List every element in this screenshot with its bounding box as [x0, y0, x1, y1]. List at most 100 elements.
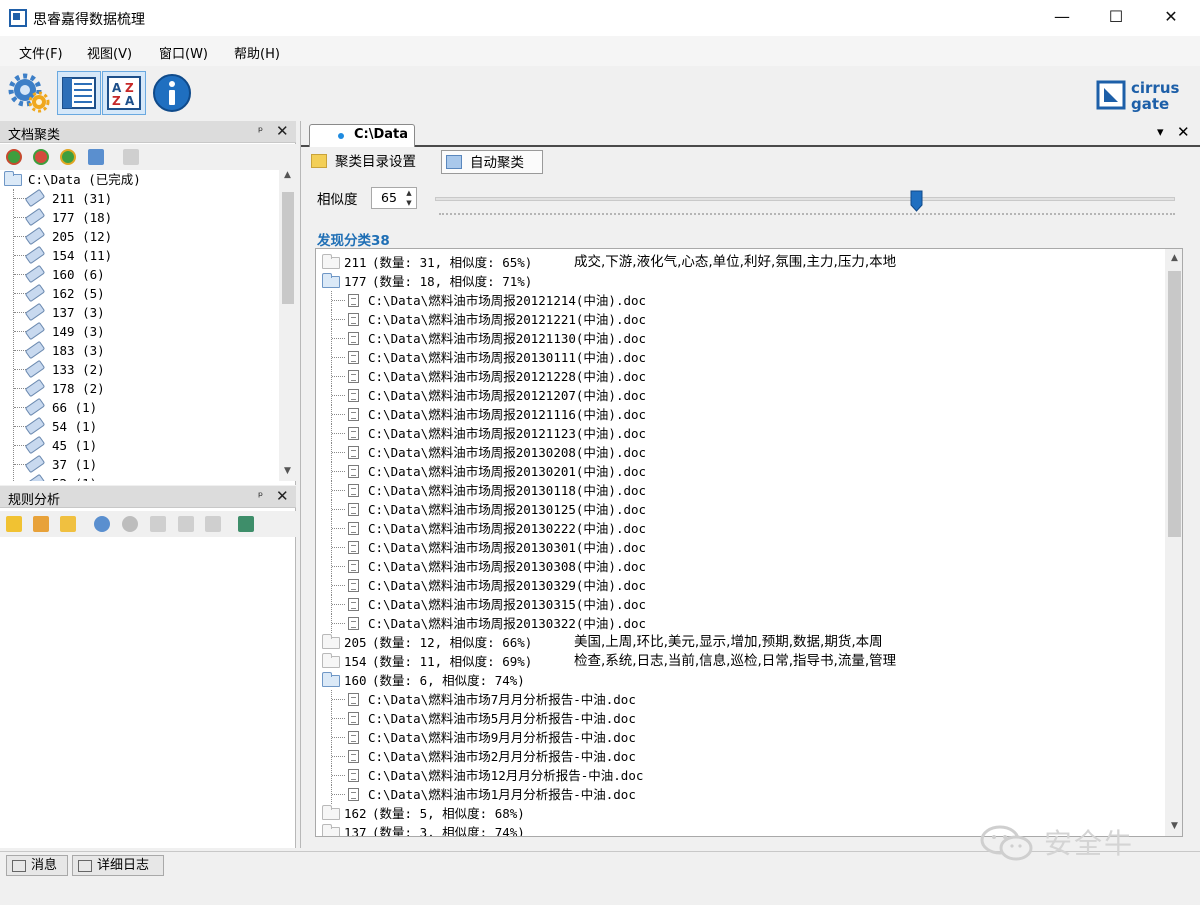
menu-view[interactable]: 视图(V): [87, 43, 132, 62]
similarity-label: 相似度: [317, 192, 358, 208]
tree-item[interactable]: 178 (2): [0, 378, 279, 398]
tree-item[interactable]: 149 (3): [0, 321, 279, 341]
info-button[interactable]: [150, 71, 194, 115]
chevron-down-icon[interactable]: ▾: [1157, 125, 1164, 140]
tree-item[interactable]: 177 (18): [0, 207, 279, 227]
tree-item[interactable]: 160 (6): [0, 264, 279, 284]
sort-az-button[interactable]: A Z Z A: [102, 71, 146, 115]
document-row[interactable]: C:\Data\燃料油市场周报20121123(中油).doc: [316, 424, 1164, 443]
document-row[interactable]: C:\Data\燃料油市场周报20130301(中油).doc: [316, 538, 1164, 557]
similarity-value[interactable]: 65: [381, 190, 397, 205]
document-row[interactable]: C:\Data\燃料油市场周报20130201(中油).doc: [316, 462, 1164, 481]
pin-icon[interactable]: ᵖ: [258, 489, 263, 503]
similarity-slider-thumb[interactable]: [910, 190, 923, 212]
close-icon[interactable]: ✕: [1177, 123, 1190, 141]
tree-item[interactable]: 37 (1): [0, 454, 279, 474]
document-row[interactable]: C:\Data\燃料油市场周报20130308(中油).doc: [316, 557, 1164, 576]
scroll-down-icon[interactable]: ▼: [281, 466, 294, 480]
cluster-group-row[interactable]: 211 (数量: 31, 相似度: 65%) 成交,下游,液化气,心态,单位,利好,…: [316, 253, 1164, 272]
close-window-button[interactable]: ✕: [1144, 0, 1198, 36]
result-list-scrollbar[interactable]: ▲ ▼: [1165, 249, 1182, 836]
document-path: C:\Data\燃料油市场周报20130329(中油).doc: [368, 578, 647, 593]
document-row[interactable]: C:\Data\燃料油市场周报20130315(中油).doc: [316, 595, 1164, 614]
tree-item[interactable]: 162 (5): [0, 283, 279, 303]
scroll-up-icon[interactable]: ▲: [281, 170, 294, 184]
cluster-group-row[interactable]: 177 (数量: 18, 相似度: 71%): [316, 272, 1164, 291]
scroll-thumb[interactable]: [282, 192, 294, 304]
document-icon: [348, 560, 359, 573]
tab-messages[interactable]: 消息: [6, 855, 68, 876]
tree-item[interactable]: 183 (3): [0, 340, 279, 360]
tab-c-data[interactable]: C:\Data: [309, 124, 415, 147]
tab-detailed-log[interactable]: 详细日志: [72, 855, 164, 876]
pin-icon[interactable]: ᵖ: [258, 124, 263, 138]
scroll-thumb[interactable]: [1168, 271, 1181, 537]
document-path: C:\Data\燃料油市场周报20121130(中油).doc: [368, 331, 647, 346]
menu-help[interactable]: 帮助(H): [234, 43, 280, 62]
tree-item[interactable]: 45 (1): [0, 435, 279, 455]
maximize-button[interactable]: ☐: [1089, 0, 1143, 36]
tab-cluster-directory-settings[interactable]: 聚类目录设置: [307, 150, 431, 174]
tree-guide: [332, 414, 345, 415]
tree-item[interactable]: 66 (1): [0, 397, 279, 417]
document-row[interactable]: C:\Data\燃料油市场周报20121228(中油).doc: [316, 367, 1164, 386]
document-row[interactable]: C:\Data\燃料油市场周报20130222(中油).doc: [316, 519, 1164, 538]
document-row[interactable]: C:\Data\燃料油市场周报20130322(中油).doc: [316, 614, 1164, 633]
tree-item[interactable]: 154 (11): [0, 245, 279, 265]
edit-rule-icon[interactable]: [60, 516, 76, 532]
doc-cluster-header: 文档聚类 ᵖ ✕: [0, 121, 296, 143]
run-rule-icon[interactable]: [94, 516, 110, 532]
document-row[interactable]: C:\Data\燃料油市场周报20121221(中油).doc: [316, 310, 1164, 329]
tree-item[interactable]: 205 (12): [0, 226, 279, 246]
cluster-group-row[interactable]: 160 (数量: 6, 相似度: 74%): [316, 671, 1164, 690]
close-icon[interactable]: ✕: [276, 122, 289, 140]
tree-item[interactable]: 137 (3): [0, 302, 279, 322]
cluster-id: 160: [344, 673, 367, 688]
tree-item[interactable]: 52 (1): [0, 473, 279, 481]
remove-cluster-icon[interactable]: [33, 149, 49, 165]
document-row[interactable]: C:\Data\燃料油市场周报20130111(中油).doc: [316, 348, 1164, 367]
scroll-up-icon[interactable]: ▲: [1168, 253, 1181, 265]
new-rule-icon[interactable]: [6, 516, 22, 532]
tree-item[interactable]: 133 (2): [0, 359, 279, 379]
spin-down-icon[interactable]: ▼: [402, 198, 416, 208]
tree-guide: [332, 338, 345, 339]
delete-rule-icon[interactable]: [33, 516, 49, 532]
tree-item[interactable]: 211 (31): [0, 188, 279, 208]
network-icon[interactable]: [88, 149, 104, 165]
document-row[interactable]: C:\Data\燃料油市场12月月分析报告-中油.doc: [316, 766, 1164, 785]
menu-file[interactable]: 文件(F): [19, 43, 63, 62]
tree-item[interactable]: 54 (1): [0, 416, 279, 436]
document-row[interactable]: C:\Data\燃料油市场1月月分析报告-中油.doc: [316, 785, 1164, 804]
cluster-group-row[interactable]: 205 (数量: 12, 相似度: 66%) 美国,上周,环比,美元,显示,增加,预…: [316, 633, 1164, 652]
add-cluster-icon[interactable]: [6, 149, 22, 165]
document-row[interactable]: C:\Data\燃料油市场周报20121116(中油).doc: [316, 405, 1164, 424]
tree-item-label: 177 (18): [52, 210, 113, 225]
document-row[interactable]: C:\Data\燃料油市场周报20130208(中油).doc: [316, 443, 1164, 462]
document-row[interactable]: C:\Data\燃料油市场周报20121207(中油).doc: [316, 386, 1164, 405]
spin-up-icon[interactable]: ▲: [402, 188, 416, 198]
minimize-button[interactable]: —: [1035, 0, 1089, 36]
folder-icon: [322, 653, 340, 668]
document-row[interactable]: C:\Data\燃料油市场周报20130118(中油).doc: [316, 481, 1164, 500]
document-row[interactable]: C:\Data\燃料油市场周报20121214(中油).doc: [316, 291, 1164, 310]
document-row[interactable]: C:\Data\燃料油市场7月月分析报告-中油.doc: [316, 690, 1164, 709]
document-row[interactable]: C:\Data\燃料油市场周报20130329(中油).doc: [316, 576, 1164, 595]
menu-window[interactable]: 窗口(W): [159, 43, 208, 62]
close-icon[interactable]: ✕: [276, 487, 289, 505]
similarity-slider-track[interactable]: [435, 197, 1175, 201]
document-row[interactable]: C:\Data\燃料油市场周报20130125(中油).doc: [316, 500, 1164, 519]
document-row[interactable]: C:\Data\燃料油市场5月月分析报告-中油.doc: [316, 709, 1164, 728]
refresh-cluster-icon[interactable]: [60, 149, 76, 165]
cluster-group-row[interactable]: 154 (数量: 11, 相似度: 69%) 检查,系统,日志,当前,信息,巡检,日…: [316, 652, 1164, 671]
settings-gear-button[interactable]: [8, 71, 52, 115]
similarity-spinner[interactable]: 65 ▲ ▼: [371, 187, 417, 209]
document-row[interactable]: C:\Data\燃料油市场2月月分析报告-中油.doc: [316, 747, 1164, 766]
tree-root[interactable]: C:\Data (已完成): [0, 170, 279, 189]
document-row[interactable]: C:\Data\燃料油市场周报20121130(中油).doc: [316, 329, 1164, 348]
export-icon[interactable]: [238, 516, 254, 532]
document-row[interactable]: C:\Data\燃料油市场9月月分析报告-中油.doc: [316, 728, 1164, 747]
tab-auto-cluster[interactable]: 自动聚类: [441, 150, 543, 174]
cluster-tree-scrollbar[interactable]: ▲ ▼: [279, 170, 296, 481]
layout-view-button[interactable]: [57, 71, 101, 115]
